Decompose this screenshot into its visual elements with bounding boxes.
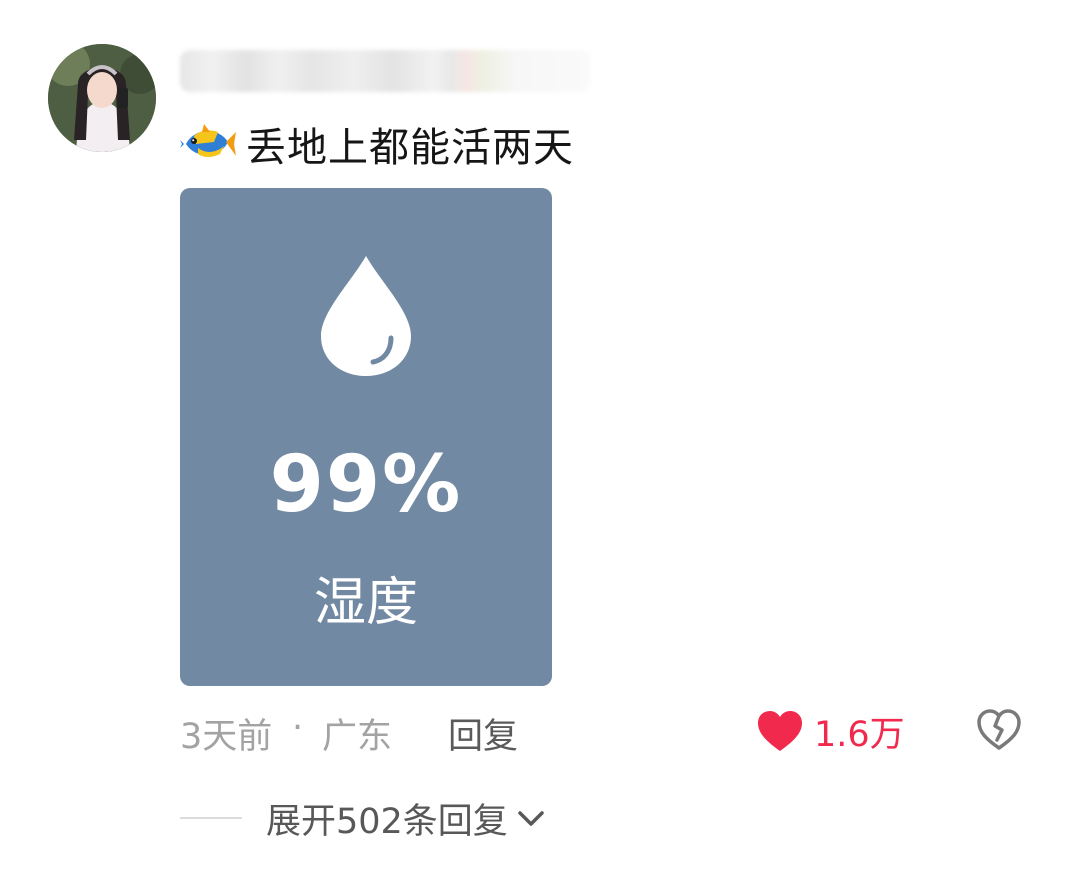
expand-replies-button[interactable]: 展开502条回复 — [266, 793, 546, 844]
comment-image[interactable]: 99% 湿度 — [180, 188, 552, 686]
meta-separator: · — [292, 708, 304, 748]
tropical-fish-icon — [180, 124, 236, 157]
comment-time: 3天前 — [180, 717, 273, 757]
like-count: 1.6万 — [814, 714, 905, 755]
water-drop-icon — [321, 256, 411, 376]
like-button[interactable]: 1.6万 — [756, 706, 905, 756]
heart-icon — [758, 711, 802, 751]
broken-heart-icon[interactable] — [976, 708, 1022, 752]
humidity-value: 99% — [269, 440, 463, 530]
divider — [180, 817, 242, 819]
comment-text: 丢地上都能活两天 — [246, 125, 574, 171]
expand-replies-label: 展开502条回复 — [266, 801, 508, 842]
chevron-down-icon — [518, 811, 544, 826]
avatar[interactable] — [48, 44, 156, 152]
comment-location: 广东 — [322, 717, 393, 757]
username — [180, 50, 181, 51]
avatar-image — [48, 44, 156, 152]
comment-meta: 3天前 · 广东 回复 1.6万 — [180, 702, 1040, 758]
username-blurred[interactable] — [180, 50, 590, 92]
expand-replies-row: 展开502条回复 — [180, 792, 546, 844]
comment-body: 丢地上都能活两天 — [180, 114, 574, 174]
reply-button[interactable]: 回复 — [448, 708, 518, 759]
humidity-label: 湿度 — [313, 573, 418, 633]
